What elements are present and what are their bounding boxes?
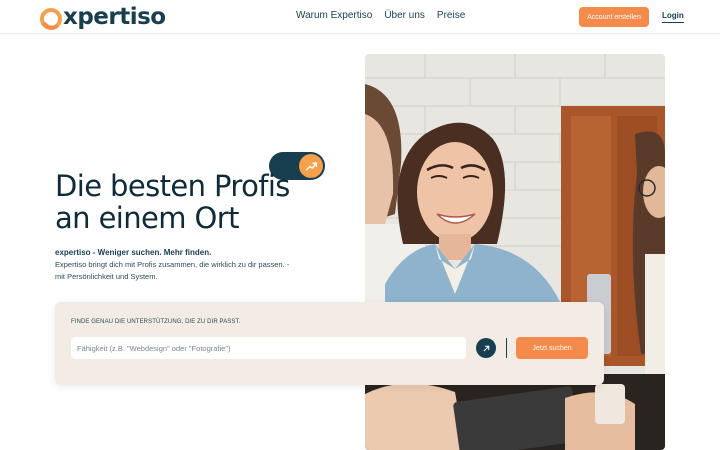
- site-header: xpertiso Warum Expertiso Über uns Preise…: [0, 0, 720, 34]
- logo[interactable]: xpertiso: [40, 3, 166, 31]
- logo-mark-icon: [40, 8, 62, 30]
- nav-item-warum-expertiso[interactable]: Warum Expertiso: [296, 10, 372, 21]
- search-label: FINDE GENAU DIE UNTERSTÜTZUNG, DIE ZU DI…: [71, 319, 241, 325]
- hero-title: Die besten Profis an einem Ort: [55, 170, 315, 234]
- hero-title-line2: an einem Ort: [55, 201, 239, 235]
- logo-text: xpertiso: [63, 4, 166, 30]
- hero-title-line1: Die besten Profis: [55, 169, 290, 203]
- nav-item-ueber-uns[interactable]: Über uns: [384, 10, 425, 21]
- search-card: FINDE GENAU DIE UNTERSTÜTZUNG, DIE ZU DI…: [55, 302, 604, 385]
- main-nav: Warum Expertiso Über uns Preise: [296, 10, 465, 21]
- hero-description: Expertiso bringt dich mit Profis zusamme…: [55, 259, 315, 283]
- hero-description-line1: Expertiso bringt dich mit Profis zusamme…: [55, 260, 290, 269]
- search-divider: [506, 338, 507, 358]
- arrow-up-right-icon[interactable]: [476, 338, 496, 358]
- people-photo: [365, 54, 665, 450]
- skill-search-input[interactable]: [71, 337, 466, 359]
- hero-description-line2: mit Persönlichkeit und System.: [55, 272, 158, 281]
- create-account-button[interactable]: Account erstellen: [579, 7, 649, 27]
- nav-item-preise[interactable]: Preise: [437, 10, 465, 21]
- search-submit-button[interactable]: Jetzt suchen: [516, 337, 588, 359]
- hero-tagline: expertiso - Weniger suchen. Mehr finden.: [55, 248, 212, 257]
- login-link[interactable]: Login: [662, 11, 684, 23]
- hero-photo: [365, 54, 665, 450]
